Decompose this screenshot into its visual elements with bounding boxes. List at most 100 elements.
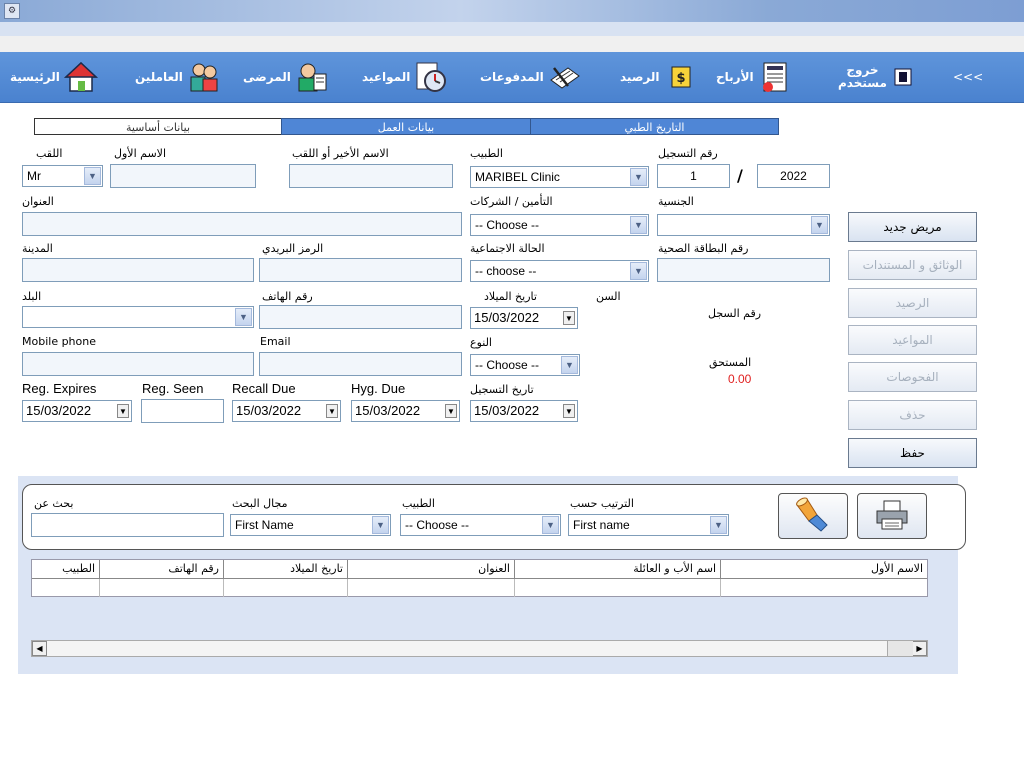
email-input[interactable] <box>259 352 462 376</box>
nav-patients-label: المرضى <box>243 70 291 84</box>
clock-icon <box>414 60 448 94</box>
reg-date-value: 15/03/2022 <box>474 403 540 418</box>
country-label: البلد <box>22 290 42 303</box>
search-button[interactable] <box>778 493 848 539</box>
tab-work-data[interactable]: بيانات العمل <box>281 118 531 135</box>
gender-select[interactable]: -- Choose -- ▼ <box>470 354 580 376</box>
toolbar-strip <box>0 36 1024 52</box>
save-button[interactable]: حفظ <box>848 438 977 468</box>
printer-icon <box>874 499 910 534</box>
insurance-select-value: -- Choose -- <box>475 218 540 232</box>
nav-logout-label-line2: مستخدم <box>838 76 887 90</box>
nav-payments[interactable]: المدفوعات <box>480 52 582 102</box>
nav-logout[interactable]: خروج مستخدم <box>838 52 915 102</box>
recall-due-picker[interactable]: 15/03/2022 ▼ <box>232 400 341 422</box>
reg-number-input[interactable]: 1 <box>657 164 730 188</box>
gender-label: النوع <box>470 336 492 349</box>
scroll-thumb[interactable] <box>887 641 913 656</box>
reg-expires-label: Reg. Expires <box>22 381 97 396</box>
hyg-due-value: 15/03/2022 <box>355 403 421 418</box>
column-header-family-name[interactable]: اسم الأب و العائلة <box>515 560 721 579</box>
documents-button[interactable]: الوثائق و المستندات <box>848 250 977 280</box>
city-label: المدينة <box>22 242 53 255</box>
nav-patients[interactable]: المرضى <box>243 52 329 102</box>
nav-appointments-label: المواعيد <box>362 70 411 84</box>
table-cell[interactable] <box>348 579 515 597</box>
horizontal-scrollbar[interactable]: ◀ ▶ <box>31 640 928 657</box>
reg-date-label: تاريخ التسجيل <box>470 383 534 396</box>
insurance-label: التأمين / الشركات <box>470 195 553 208</box>
reg-expires-picker[interactable]: 15/03/2022 ▼ <box>22 400 132 422</box>
column-header-birth-date[interactable]: تاريخ الميلاد <box>224 560 348 579</box>
insurance-select[interactable]: -- Choose -- ▼ <box>470 214 649 236</box>
city-input[interactable] <box>22 258 254 282</box>
patients-table[interactable]: الاسم الأول اسم الأب و العائلة العنوان ت… <box>31 559 928 597</box>
column-header-phone[interactable]: رقم الهاتف <box>100 560 224 579</box>
print-button[interactable] <box>857 493 927 539</box>
chevron-down-icon: ▼ <box>235 308 252 326</box>
balance-icon: $ <box>664 60 698 94</box>
hyg-due-picker[interactable]: 15/03/2022 ▼ <box>351 400 460 422</box>
search-doctor-select[interactable]: -- Choose -- ▼ <box>400 514 561 536</box>
postal-code-input[interactable] <box>259 258 462 282</box>
reg-seen-input[interactable] <box>141 399 224 423</box>
address-label: العنوان <box>22 195 54 208</box>
table-cell[interactable] <box>32 579 100 597</box>
sort-by-select[interactable]: First name ▼ <box>568 514 729 536</box>
last-name-input[interactable] <box>289 164 453 188</box>
appointments-button[interactable]: المواعيد <box>848 325 977 355</box>
reg-expires-value: 15/03/2022 <box>26 403 92 418</box>
main-nav-bar: الرئيسية العاملين المرضى المواعيد المدفو… <box>0 52 1024 103</box>
column-header-doctor[interactable]: الطبيب <box>32 560 100 579</box>
nationality-select[interactable]: ▼ <box>657 214 830 236</box>
first-name-input[interactable] <box>110 164 256 188</box>
balance-button[interactable]: الرصيد <box>848 288 977 318</box>
new-patient-button[interactable]: مريض جديد <box>848 212 977 242</box>
search-input[interactable] <box>31 513 224 537</box>
nav-balance[interactable]: $ الرصيد <box>620 52 698 102</box>
table-cell[interactable] <box>100 579 224 597</box>
health-card-label: رقم البطاقة الصحية <box>658 242 749 255</box>
nav-appointments[interactable]: المواعيد <box>362 52 448 102</box>
chevron-down-icon: ▼ <box>563 404 575 418</box>
birth-date-picker[interactable]: 15/03/2022 ▼ <box>470 307 578 329</box>
table-cell[interactable] <box>224 579 348 597</box>
address-input[interactable] <box>22 212 462 236</box>
doctor-select[interactable]: MARIBEL Clinic ▼ <box>470 166 649 188</box>
tab-basic-data[interactable]: بيانات أساسية <box>34 118 282 135</box>
nav-home-label: الرئيسية <box>10 70 60 84</box>
search-field-select[interactable]: First Name ▼ <box>230 514 391 536</box>
phone-input[interactable] <box>259 305 462 329</box>
mobile-input[interactable] <box>22 352 254 376</box>
last-name-label: الاسم الأخير أو اللقب <box>292 147 389 160</box>
chevron-down-icon: ▼ <box>372 516 389 534</box>
marital-status-select[interactable]: -- choose -- ▼ <box>470 260 649 282</box>
nav-more-button[interactable]: <<< <box>953 52 983 102</box>
reg-date-picker[interactable]: 15/03/2022 ▼ <box>470 400 578 422</box>
country-select[interactable]: ▼ <box>22 306 254 328</box>
nav-home[interactable]: الرئيسية <box>10 52 98 102</box>
tab-medical-history[interactable]: التاريخ الطبي <box>530 118 779 135</box>
exams-button[interactable]: الفحوصات <box>848 362 977 392</box>
column-header-first-name[interactable]: الاسم الأول <box>721 560 927 579</box>
app-icon[interactable]: ⚙ <box>4 3 20 19</box>
chevron-down-icon: ▼ <box>630 168 647 186</box>
health-card-input[interactable] <box>657 258 830 282</box>
chevron-down-icon: ▼ <box>563 311 575 325</box>
scroll-left-icon[interactable]: ◀ <box>32 641 47 656</box>
reg-year-input[interactable]: 2022 <box>757 164 830 188</box>
nav-payments-label: المدفوعات <box>480 70 544 84</box>
doctor-label: الطبيب <box>470 147 503 160</box>
column-header-address[interactable]: العنوان <box>348 560 515 579</box>
patients-icon <box>295 60 329 94</box>
reg-seen-label: Reg. Seen <box>142 381 204 396</box>
table-cell[interactable] <box>515 579 721 597</box>
home-icon <box>63 60 98 94</box>
delete-button[interactable]: حذف <box>848 400 977 430</box>
nav-staff[interactable]: العاملين <box>135 52 221 102</box>
nav-profits[interactable]: الأرباح <box>716 52 792 102</box>
title-select[interactable]: Mr ▼ <box>22 165 103 187</box>
scroll-right-icon[interactable]: ▶ <box>912 641 927 656</box>
title-select-value: Mr <box>27 169 41 183</box>
doctor-select-value: MARIBEL Clinic <box>475 170 560 184</box>
